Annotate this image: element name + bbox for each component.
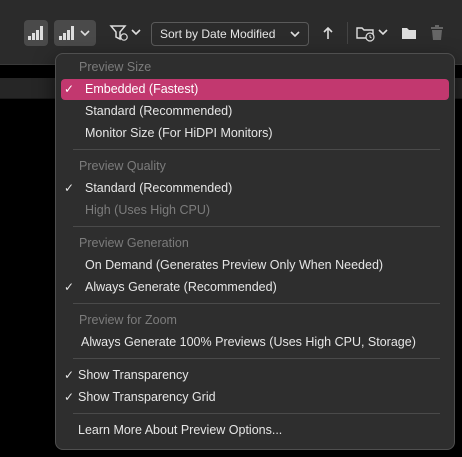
thumbnail-size-small-button[interactable] (24, 20, 48, 46)
chevron-down-icon (290, 31, 300, 38)
menu-divider (73, 226, 440, 227)
preview-options-icon (59, 26, 90, 40)
menu-divider (73, 149, 440, 150)
menu-divider (73, 413, 440, 414)
menu-item-show-transparency[interactable]: ✓ Show Transparency (61, 365, 449, 386)
filter-icon (109, 25, 141, 41)
toolbar-divider (347, 22, 348, 44)
menu-item-on-demand[interactable]: On Demand (Generates Preview Only When N… (61, 255, 449, 276)
folder-clock-icon (356, 27, 388, 42)
check-icon: ✓ (64, 390, 75, 404)
recent-folders-button[interactable] (356, 20, 390, 46)
check-icon: ✓ (64, 82, 75, 96)
preview-options-menu: Preview Size ✓ Embedded (Fastest) Standa… (55, 53, 455, 450)
preview-options-button[interactable] (54, 20, 96, 46)
check-icon: ✓ (64, 280, 75, 294)
menu-item-standard-quality[interactable]: ✓ Standard (Recommended) (61, 178, 449, 199)
trash-icon (431, 25, 443, 40)
section-header-preview-generation: Preview Generation (79, 236, 189, 250)
menu-item-show-transparency-grid[interactable]: ✓ Show Transparency Grid (61, 387, 449, 408)
menu-item-always-generate-100[interactable]: Always Generate 100% Previews (Uses High… (61, 332, 449, 353)
thumbnail-size-icon (28, 26, 43, 40)
sort-direction-button[interactable] (318, 20, 338, 46)
menu-item-monitor-size[interactable]: Monitor Size (For HiDPI Monitors) (61, 123, 449, 144)
section-header-preview-zoom: Preview for Zoom (79, 313, 177, 327)
menu-item-standard-size[interactable]: Standard (Recommended) (61, 101, 449, 122)
menu-divider (73, 303, 440, 304)
delete-button[interactable] (428, 20, 446, 46)
section-header-preview-quality: Preview Quality (79, 159, 166, 173)
filter-button[interactable] (108, 20, 144, 46)
sort-dropdown-value: Sort by Date Modified (160, 27, 276, 41)
menu-divider (73, 358, 440, 359)
menu-item-embedded-fastest[interactable]: ✓ Embedded (Fastest) (61, 79, 449, 100)
arrow-up-icon (323, 26, 333, 39)
menu-item-high-quality: High (Uses High CPU) (85, 203, 211, 217)
section-header-preview-size: Preview Size (79, 60, 152, 74)
menu-item-learn-more[interactable]: Learn More About Preview Options... (61, 420, 449, 441)
menu-item-always-generate[interactable]: ✓ Always Generate (Recommended) (61, 277, 449, 298)
folder-icon (402, 28, 416, 39)
new-folder-button[interactable] (399, 20, 419, 46)
check-icon: ✓ (64, 181, 75, 195)
check-icon: ✓ (64, 368, 75, 382)
sort-dropdown[interactable]: Sort by Date Modified (151, 22, 309, 46)
